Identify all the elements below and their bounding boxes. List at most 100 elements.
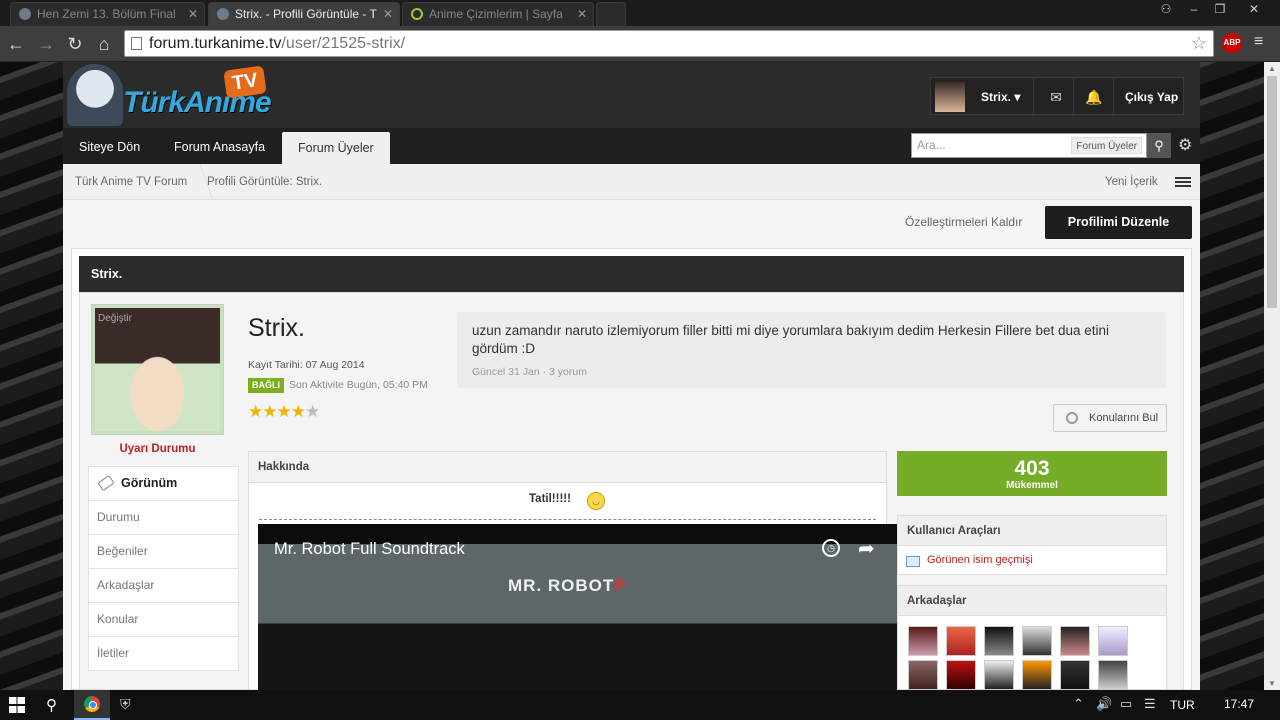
adblock-icon[interactable]: ABP bbox=[1222, 33, 1242, 53]
video-title[interactable]: Mr. Robot Full Soundtrack bbox=[274, 540, 465, 559]
embedded-video[interactable]: Mr. Robot Full Soundtrack ◷ ➦ MR. ROBOTP bbox=[258, 524, 897, 690]
warning-status-link[interactable]: Uyarı Durumu bbox=[91, 443, 224, 455]
tag-icon bbox=[97, 474, 115, 492]
share-icon[interactable]: ➦ bbox=[858, 536, 875, 561]
logo-tv-badge: TV bbox=[223, 65, 267, 99]
tab-arkadaslar[interactable]: Arkadaşlar bbox=[88, 569, 239, 603]
windows-taskbar: ⚲ ⛨ ⌃ 🔊 ▭ ☰ TUR 17:47 bbox=[0, 690, 1280, 720]
tab-konular[interactable]: Konular bbox=[88, 603, 239, 637]
chrome-icon bbox=[84, 696, 100, 712]
gear-icon[interactable]: ⚙ bbox=[1178, 135, 1192, 155]
new-tab-button[interactable] bbox=[596, 2, 626, 26]
friend-avatar[interactable] bbox=[1060, 626, 1090, 656]
search-icon[interactable]: ⚲ bbox=[46, 696, 57, 714]
home-icon[interactable]: ⌂ bbox=[92, 32, 116, 56]
user-menu-toggle[interactable]: Strix. ▾ bbox=[981, 78, 1020, 116]
volume-icon[interactable]: 🔊 bbox=[1096, 696, 1112, 712]
close-tab-icon[interactable]: ✕ bbox=[188, 3, 198, 25]
address-bar[interactable]: forum.turkanime.tv/user/21525-strix/ ☆ bbox=[124, 30, 1214, 57]
minimize-icon[interactable]: – bbox=[1180, 0, 1208, 18]
clear-customization-link[interactable]: Özelleştirmeleri Kaldır bbox=[905, 215, 1022, 229]
friend-avatar[interactable] bbox=[1060, 660, 1090, 690]
list-icon[interactable] bbox=[1175, 177, 1191, 187]
star-filled-icon[interactable]: ★ bbox=[277, 402, 292, 421]
system-clock[interactable]: 17:47 bbox=[1224, 690, 1254, 718]
scroll-down-icon[interactable]: ▼ bbox=[1268, 679, 1276, 688]
reputation-label: Mükemmel bbox=[1006, 480, 1058, 491]
star-empty-icon[interactable]: ★ bbox=[305, 402, 320, 421]
watch-later-icon[interactable]: ◷ bbox=[822, 539, 840, 557]
search-input[interactable]: Ara... Forum Üyeler bbox=[911, 133, 1147, 158]
display-name-history-link[interactable]: Görünen isim geçmişi bbox=[927, 554, 1033, 566]
forward-icon[interactable]: → bbox=[34, 32, 58, 56]
action-center-icon[interactable]: ☰ bbox=[1144, 696, 1156, 712]
restore-icon[interactable]: ❐ bbox=[1206, 0, 1234, 18]
friend-avatar[interactable] bbox=[984, 626, 1014, 656]
mail-icon[interactable]: ✉ bbox=[1043, 78, 1069, 116]
side-nav-label: Görünüm bbox=[121, 476, 178, 490]
smiley-icon: ◡ bbox=[587, 492, 605, 510]
tab-durumu[interactable]: Durumu bbox=[88, 501, 239, 535]
friend-avatar[interactable] bbox=[946, 660, 976, 690]
rating-stars[interactable]: ★★★★★ bbox=[248, 402, 320, 422]
status-update: uzun zamandır naruto izlemiyorum filler … bbox=[457, 312, 1166, 388]
breadcrumb: Türk Anime TV Forum Profili Görüntüle: S… bbox=[63, 164, 1200, 200]
friend-avatar[interactable] bbox=[1098, 660, 1128, 690]
friend-avatar[interactable] bbox=[946, 626, 976, 656]
shield-icon[interactable]: ⛨ bbox=[120, 696, 131, 713]
scroll-up-icon[interactable]: ▲ bbox=[1268, 64, 1276, 73]
bell-icon[interactable]: 🔔 bbox=[1081, 78, 1107, 116]
tab-iletiler[interactable]: İletiler bbox=[88, 637, 239, 671]
friend-avatar[interactable] bbox=[908, 660, 938, 690]
site-logo[interactable]: TürkAnime TV bbox=[67, 64, 272, 126]
friend-avatar[interactable] bbox=[984, 660, 1014, 690]
star-filled-icon[interactable]: ★ bbox=[248, 402, 263, 421]
search-icon[interactable]: ⚲ bbox=[1147, 133, 1171, 158]
user-profile-icon[interactable]: ⚇ bbox=[1152, 0, 1180, 18]
star-filled-icon[interactable]: ★ bbox=[291, 402, 306, 421]
change-avatar-link[interactable]: Değiştir bbox=[98, 313, 132, 324]
browser-tab[interactable]: Hen Zemi 13. Bölüm Final ✕ bbox=[10, 2, 205, 26]
find-posts-button[interactable]: Konularını Bul bbox=[1053, 404, 1167, 432]
windows-start-icon[interactable] bbox=[9, 697, 25, 713]
scrollbar[interactable]: ▲ ▼ bbox=[1264, 62, 1280, 690]
scrollbar-thumb[interactable] bbox=[1267, 76, 1277, 308]
input-language[interactable]: TUR bbox=[1170, 690, 1195, 720]
close-tab-icon[interactable]: ✕ bbox=[577, 3, 587, 25]
breadcrumb-profile[interactable]: Profili Görüntüle: Strix. bbox=[207, 164, 322, 200]
nav-siteye-don[interactable]: Siteye Dön bbox=[63, 128, 156, 164]
new-content-link[interactable]: Yeni İçerik bbox=[1105, 164, 1158, 200]
friend-avatar[interactable] bbox=[908, 626, 938, 656]
last-activity: Son Aktivite Bugün, 05:40 PM bbox=[289, 379, 428, 391]
edit-profile-button[interactable]: Profilimi Düzenle bbox=[1045, 206, 1192, 239]
nav-forum-anasayfa[interactable]: Forum Anasayfa bbox=[158, 128, 281, 164]
nav-forum-uyeler[interactable]: Forum Üyeler bbox=[282, 132, 390, 164]
close-tab-icon[interactable]: ✕ bbox=[383, 3, 393, 25]
reload-icon[interactable]: ↻ bbox=[63, 32, 87, 56]
profile-side-nav: Görünüm Durumu Beğeniler Arkadaşlar Konu… bbox=[88, 466, 239, 671]
tab-gorunum[interactable]: Görünüm bbox=[88, 466, 239, 501]
search-scope[interactable]: Forum Üyeler bbox=[1071, 137, 1142, 154]
tab-title: Strix. - Profili Görüntüle - T bbox=[235, 7, 377, 21]
breadcrumb-forum[interactable]: Türk Anime TV Forum bbox=[75, 164, 187, 200]
browser-tab[interactable]: Anime Çizimlerim | Sayfa ✕ bbox=[402, 2, 594, 26]
profile-avatar[interactable]: Değiştir bbox=[91, 304, 224, 435]
divider bbox=[1033, 78, 1034, 116]
chrome-taskbar-button[interactable] bbox=[74, 690, 110, 720]
tray-chevron-up-icon[interactable]: ⌃ bbox=[1073, 696, 1084, 712]
back-icon[interactable]: ← bbox=[4, 32, 28, 56]
friend-avatar[interactable] bbox=[1022, 626, 1052, 656]
tab-begeniler[interactable]: Beğeniler bbox=[88, 535, 239, 569]
status-meta[interactable]: Güncel 31 Jan · 3 yorum bbox=[472, 366, 1151, 378]
browser-tab-active[interactable]: Strix. - Profili Görüntüle - T ✕ bbox=[208, 2, 400, 26]
friend-avatar[interactable] bbox=[1098, 626, 1128, 656]
star-filled-icon[interactable]: ★ bbox=[262, 402, 277, 421]
logout-button[interactable]: Çıkış Yap bbox=[1125, 78, 1178, 116]
bookmark-star-icon[interactable]: ☆ bbox=[1191, 31, 1207, 56]
find-posts-label: Konularını Bul bbox=[1089, 412, 1159, 424]
close-window-icon[interactable]: ✕ bbox=[1240, 0, 1268, 18]
network-icon[interactable]: ▭ bbox=[1120, 696, 1132, 712]
chrome-menu-icon[interactable]: ≡ bbox=[1254, 34, 1268, 50]
user-avatar[interactable] bbox=[935, 82, 965, 112]
friend-avatar[interactable] bbox=[1022, 660, 1052, 690]
